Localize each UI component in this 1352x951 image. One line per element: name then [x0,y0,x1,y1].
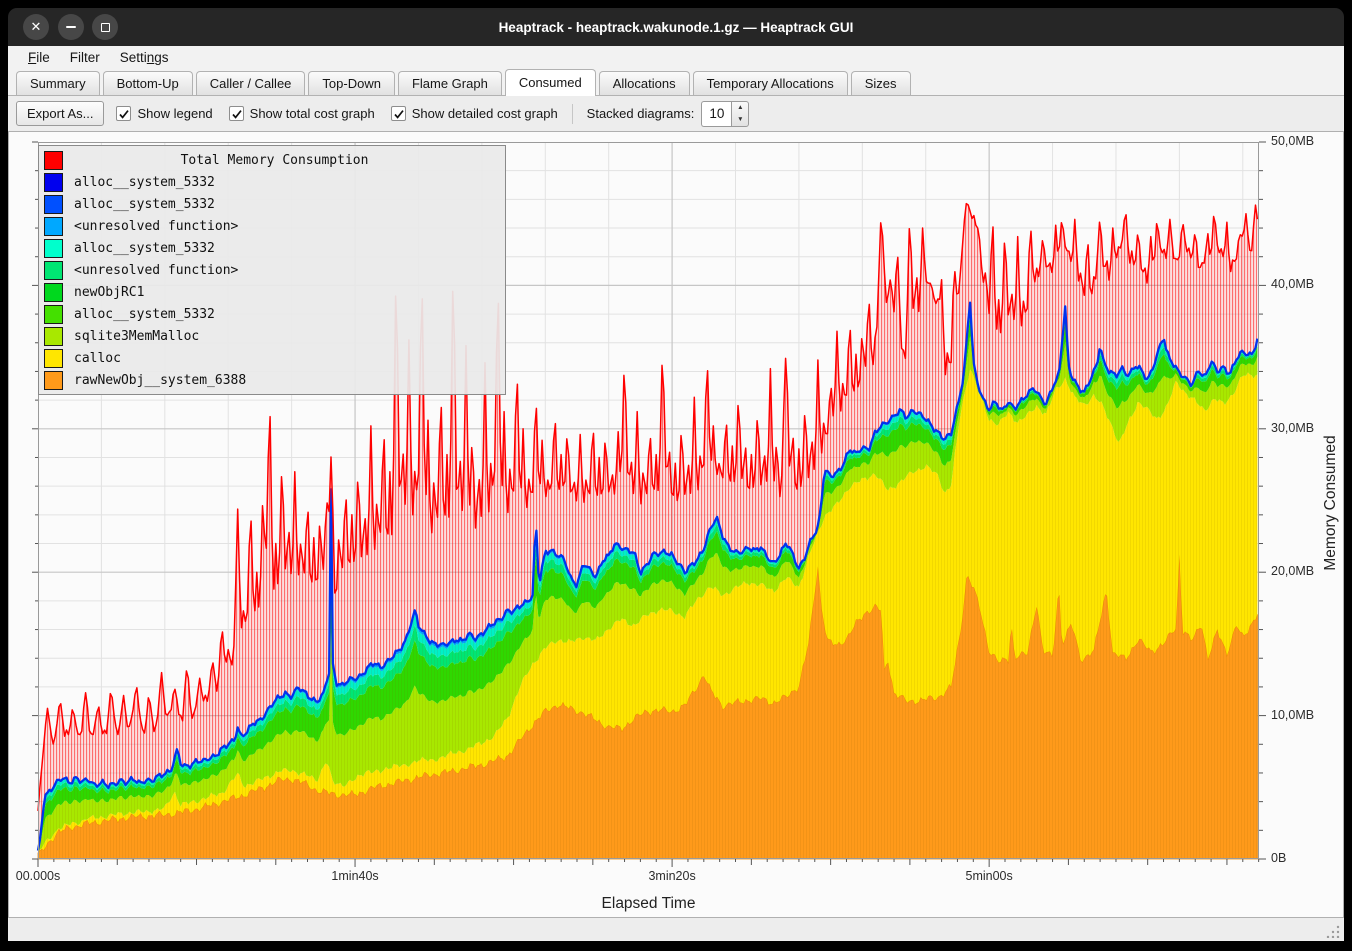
y-tick-label: 10,0MB [1271,708,1341,722]
toolbar: Export As... Show legend Show total cost … [8,96,1344,131]
tab-flame-graph[interactable]: Flame Graph [398,71,502,95]
legend-swatch [44,327,63,346]
checkmark-icon[interactable] [116,106,131,121]
legend-label: newObjRC1 [74,285,144,300]
toolbar-separator [572,104,573,124]
legend-item: sqlite3MemMalloc [41,325,503,347]
legend-swatch [44,305,63,324]
tab-bottom-up[interactable]: Bottom-Up [103,71,193,95]
legend-item: alloc__system_5332 [41,303,503,325]
checkmark-icon[interactable] [229,106,244,121]
menu-item-file[interactable]: File [18,49,60,66]
export-as-button[interactable]: Export As... [16,101,104,126]
legend-label: <unresolved function> [74,263,238,278]
legend-swatch [44,217,63,236]
tab-sizes[interactable]: Sizes [851,71,911,95]
stacked-diagrams-value[interactable]: 10 [701,101,731,127]
checkbox-show-legend[interactable]: Show legend [116,106,212,121]
legend-swatch [44,173,63,192]
legend-item: <unresolved function> [41,215,503,237]
chart-panel: Total Memory Consumption alloc__system_53… [8,131,1344,918]
y-tick-label: 50,0MB [1271,134,1341,148]
legend-item: newObjRC1 [41,281,503,303]
tab-allocations[interactable]: Allocations [599,71,690,95]
legend-item: rawNewObj__system_6388 [41,369,503,391]
legend-swatch [44,151,63,170]
window-title: Heaptrack - heaptrack.wakunode.1.gz — He… [8,8,1344,46]
x-axis-title: Elapsed Time [38,895,1259,913]
app-window: ✕ Heaptrack - heaptrack.wakunode.1.gz — … [0,0,1352,951]
titlebar: ✕ Heaptrack - heaptrack.wakunode.1.gz — … [8,8,1344,46]
legend-item: alloc__system_5332 [41,171,503,193]
y-axis-title: Memory Consumed [1322,403,1340,603]
legend-label: alloc__system_5332 [74,241,215,256]
checkbox-label: Show legend [137,106,212,121]
x-tick-label: 00.000s [0,869,83,883]
legend-item: calloc [41,347,503,369]
tab-consumed[interactable]: Consumed [505,69,596,96]
legend-label: sqlite3MemMalloc [74,329,199,344]
status-bar [8,918,1344,941]
y-tick-label: 0B [1271,851,1341,865]
legend-item: Total Memory Consumption [41,149,503,171]
x-tick-label: 3min20s [627,869,717,883]
resize-grip[interactable] [1326,924,1340,938]
legend-swatch [44,195,63,214]
checkbox-show-detailed-cost-graph[interactable]: Show detailed cost graph [391,106,558,121]
legend-item: <unresolved function> [41,259,503,281]
x-tick-label: 1min40s [310,869,400,883]
tab-summary[interactable]: Summary [16,71,100,95]
y-tick-label: 40,0MB [1271,277,1341,291]
legend-label: calloc [74,351,121,366]
legend-swatch [44,239,63,258]
legend-swatch [44,349,63,368]
menu-item-settings[interactable]: Settings [110,49,179,66]
stacked-diagrams-stepper[interactable]: 10 ▲ ▼ [701,101,749,127]
tab-caller-callee[interactable]: Caller / Callee [196,71,306,95]
checkbox-label: Show detailed cost graph [412,106,558,121]
legend-swatch [44,283,63,302]
x-tick-label: 5min00s [944,869,1034,883]
tab-top-down[interactable]: Top-Down [308,71,395,95]
checkmark-icon[interactable] [391,106,406,121]
legend-label: alloc__system_5332 [74,197,215,212]
legend-swatch [44,261,63,280]
legend-label: alloc__system_5332 [74,307,215,322]
checkbox-label: Show total cost graph [250,106,375,121]
menu-item-filter[interactable]: Filter [60,49,110,66]
legend-label: rawNewObj__system_6388 [74,373,246,388]
tabbar: SummaryBottom-UpCaller / CalleeTop-DownF… [8,68,1344,96]
checkbox-show-total-cost-graph[interactable]: Show total cost graph [229,106,375,121]
chart-legend: Total Memory Consumption alloc__system_53… [38,145,506,395]
spinner-up-icon[interactable]: ▲ [732,102,748,114]
legend-label: Total Memory Consumption [74,153,503,168]
legend-label: <unresolved function> [74,219,238,234]
tab-temporary-allocations[interactable]: Temporary Allocations [693,71,848,95]
legend-label: alloc__system_5332 [74,175,215,190]
legend-swatch [44,371,63,390]
legend-item: alloc__system_5332 [41,193,503,215]
spinner-down-icon[interactable]: ▼ [732,114,748,126]
stacked-diagrams-label: Stacked diagrams: [587,106,695,121]
legend-item: alloc__system_5332 [41,237,503,259]
menubar: FileFilterSettings [8,46,1344,68]
